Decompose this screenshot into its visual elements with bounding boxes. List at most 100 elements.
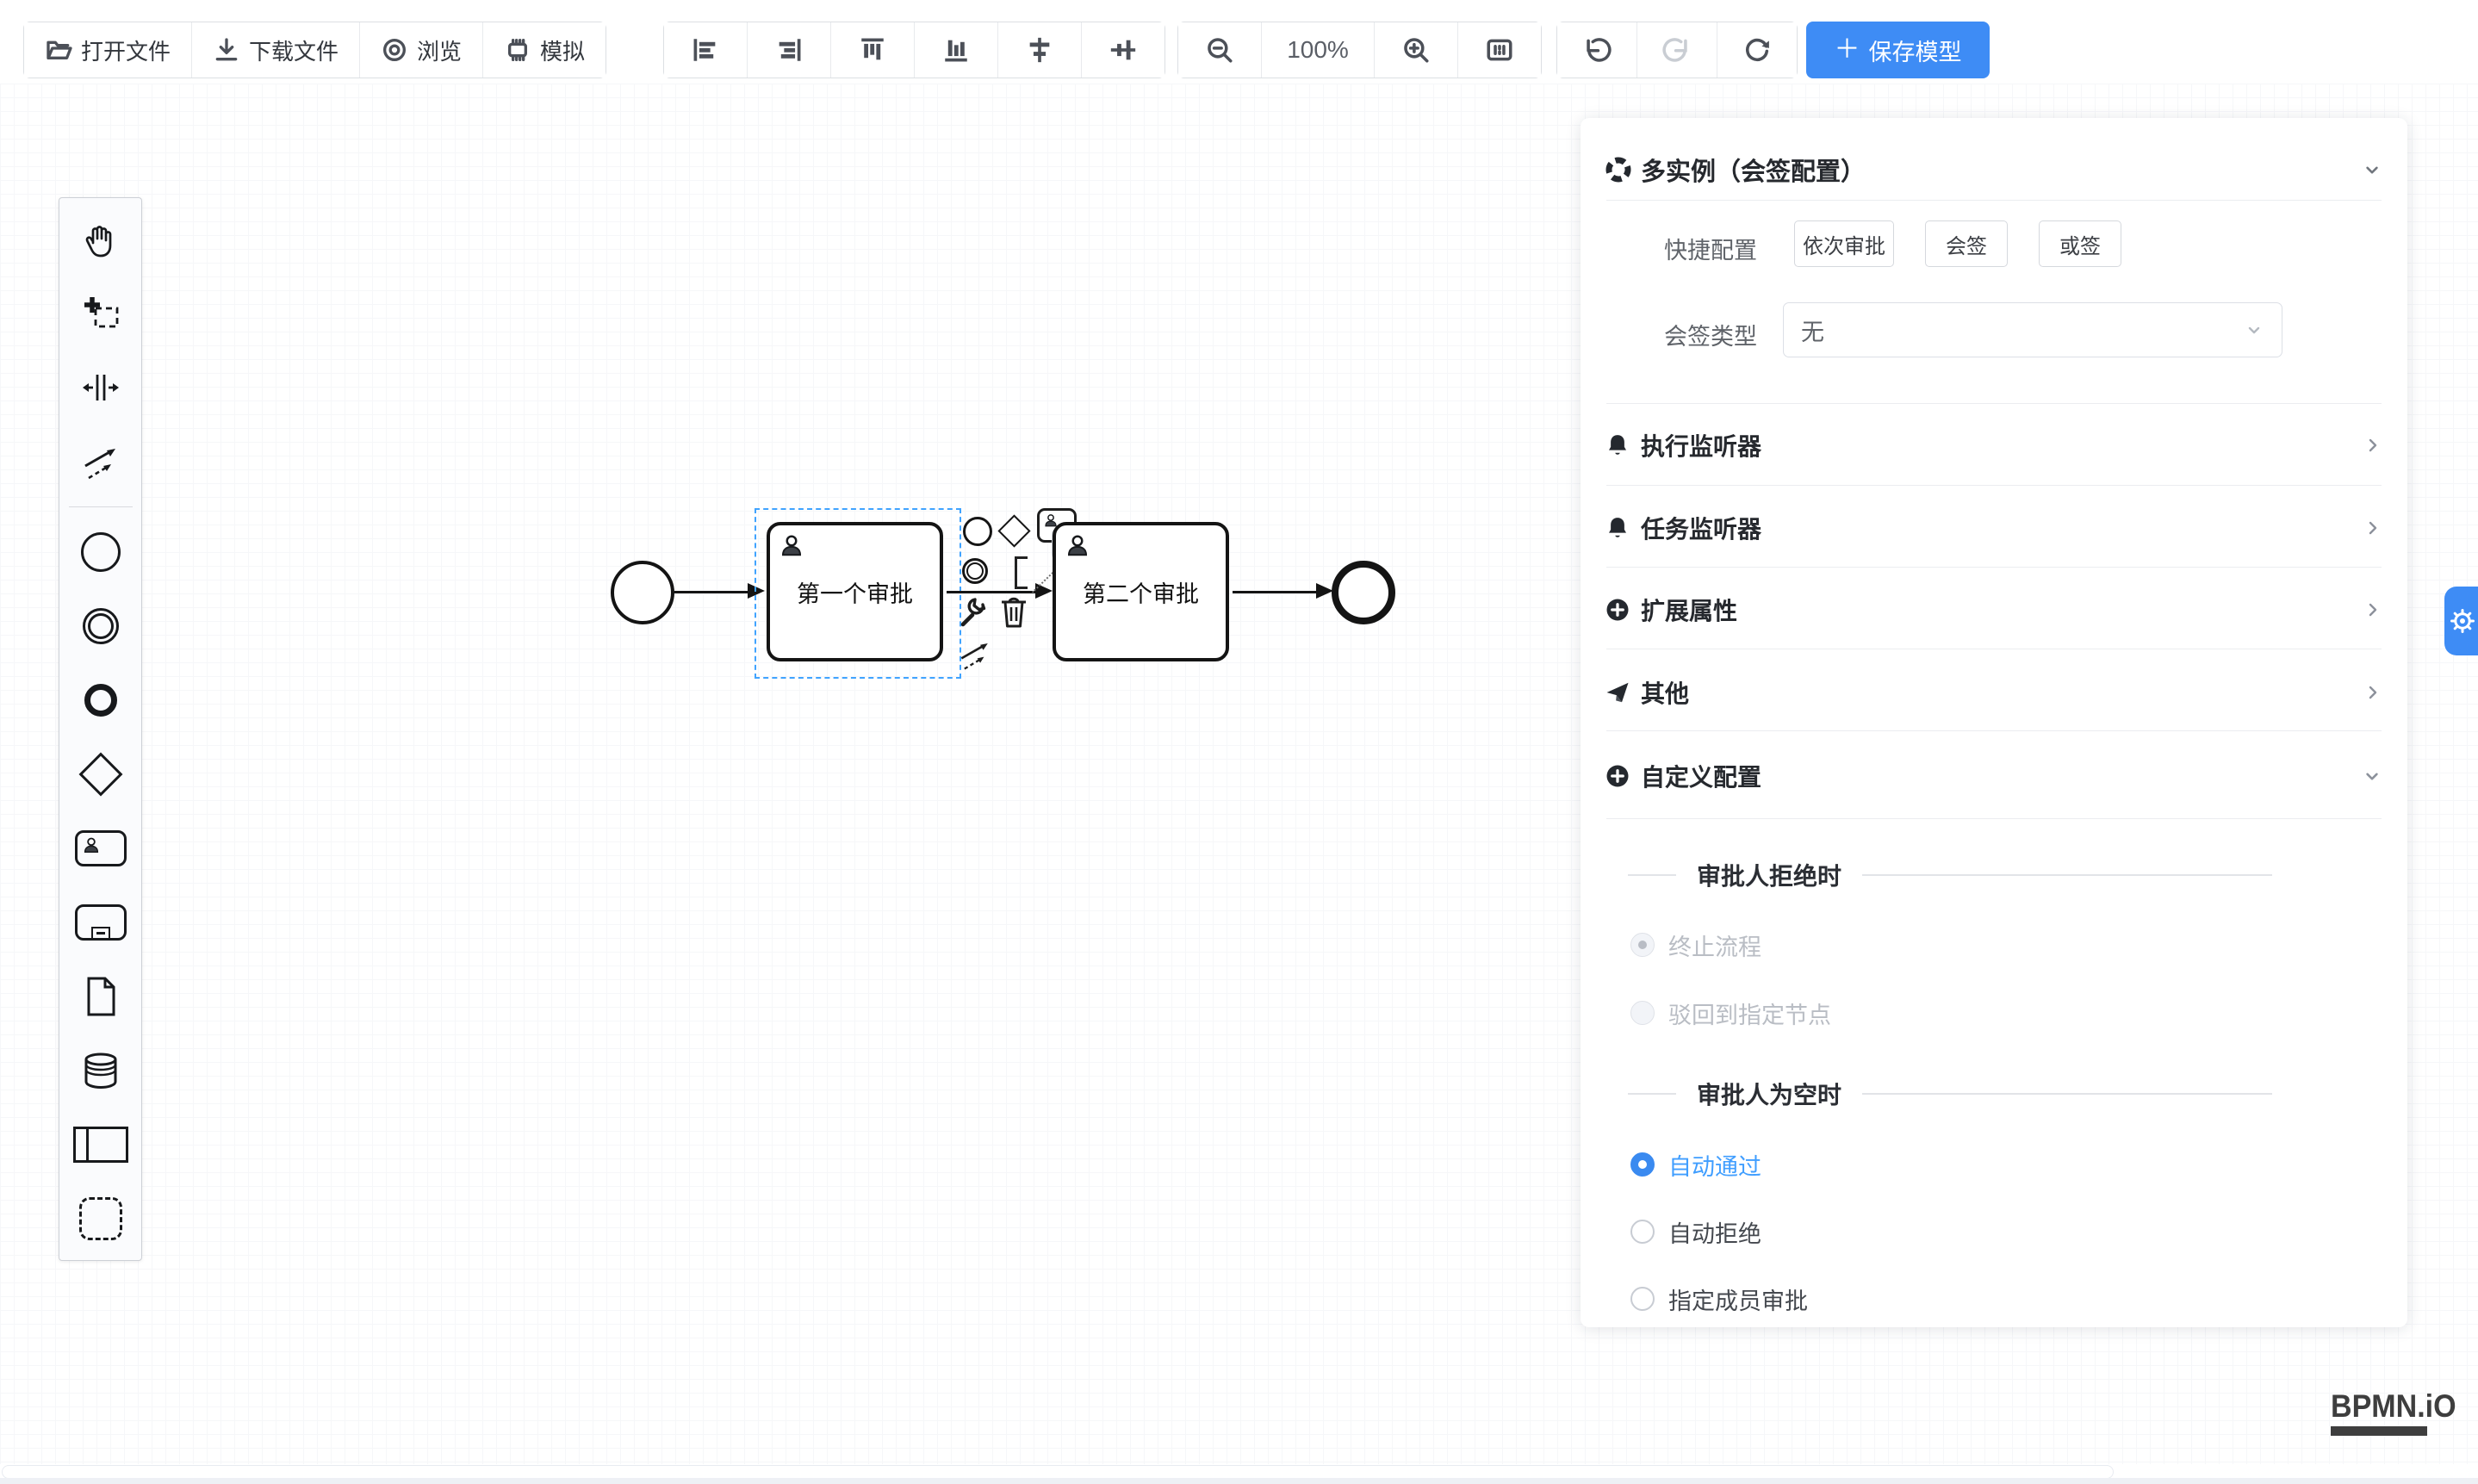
- settings-flyout-tab[interactable]: [2444, 587, 2478, 655]
- radio-auto-reject[interactable]: 自动拒绝: [1630, 1214, 1761, 1249]
- chevron-right-icon: [2363, 599, 2383, 620]
- section-label: 执行监听器: [1641, 428, 1761, 463]
- horizontal-scrollbar[interactable]: [0, 1464, 2478, 1484]
- divider: [1606, 567, 2382, 568]
- append-end-event-button[interactable]: [963, 517, 992, 546]
- bpmn-editor-page: 第一个审批: [0, 0, 2478, 1484]
- gateway-icon: [78, 753, 122, 797]
- hand-tool[interactable]: [72, 217, 129, 262]
- radio-circle: [1630, 1287, 1655, 1311]
- align-top-button[interactable]: [831, 22, 915, 78]
- global-connect-tool[interactable]: [72, 439, 129, 484]
- align-center-vertical-icon: [1109, 35, 1138, 65]
- download-file-button[interactable]: 下载文件: [192, 22, 360, 78]
- align-center-horizontal-button[interactable]: [998, 22, 1082, 78]
- history-button-group: [1556, 22, 1798, 78]
- radio-assign-member[interactable]: 指定成员审批: [1630, 1282, 1808, 1316]
- element-palette: [59, 197, 142, 1261]
- create-data-object[interactable]: [72, 974, 129, 1019]
- sequence-flow-2[interactable]: [947, 591, 1037, 593]
- user-task-icon: [75, 830, 127, 866]
- align-bottom-button[interactable]: [915, 22, 998, 78]
- create-user-task[interactable]: [72, 826, 129, 871]
- section-extended-properties[interactable]: 扩展属性: [1581, 575, 2407, 644]
- append-intermediate-event-button[interactable]: [962, 558, 988, 584]
- simulate-button[interactable]: 模拟: [483, 22, 606, 78]
- bell-icon: [1605, 515, 1630, 541]
- zoom-out-button[interactable]: [1178, 22, 1262, 78]
- panel-title: 多实例（会签配置）: [1641, 152, 1866, 188]
- connect-tool-button[interactable]: [958, 637, 992, 676]
- panel-header[interactable]: 多实例（会签配置）: [1605, 144, 2383, 196]
- create-end-event[interactable]: [72, 678, 129, 723]
- section-label: 其他: [1641, 675, 1689, 710]
- align-right-button[interactable]: [748, 22, 831, 78]
- lasso-tool[interactable]: [72, 291, 129, 336]
- radio-terminate-process[interactable]: 终止流程: [1630, 928, 1761, 962]
- task-node-2[interactable]: 第二个审批: [1053, 522, 1229, 661]
- undo-button[interactable]: [1557, 22, 1637, 78]
- fit-viewport-button[interactable]: [1458, 22, 1541, 78]
- browse-button[interactable]: 浏览: [360, 22, 483, 78]
- section-execution-listener[interactable]: 执行监听器: [1581, 411, 2407, 480]
- group-icon: [79, 1197, 122, 1240]
- align-left-button[interactable]: [664, 22, 748, 78]
- quick-config-row: 依次审批 会签 或签: [1794, 220, 2478, 267]
- sequence-flow-1[interactable]: [674, 591, 748, 593]
- align-center-horizontal-icon: [1025, 35, 1054, 65]
- create-gateway[interactable]: [72, 752, 129, 797]
- countersign-type-select[interactable]: 无: [1783, 302, 2282, 357]
- sequence-flow-3[interactable]: [1233, 591, 1316, 593]
- append-text-annotation-button[interactable]: [1015, 556, 1028, 589]
- bpmn-io-watermark[interactable]: BPMN.iO: [2331, 1388, 2467, 1436]
- create-intermediate-event[interactable]: [72, 604, 129, 649]
- space-tool[interactable]: [72, 365, 129, 410]
- user-icon: [1065, 532, 1090, 558]
- save-model-button[interactable]: ＋ 保存模型: [1806, 22, 1990, 78]
- radio-return-to-node[interactable]: 驳回到指定节点: [1630, 996, 1831, 1030]
- or-sign-button[interactable]: 或签: [2039, 220, 2121, 267]
- align-right-icon: [774, 35, 804, 65]
- section-other[interactable]: 其他: [1581, 658, 2407, 727]
- zoom-in-button[interactable]: [1375, 22, 1458, 78]
- countersign-button[interactable]: 会签: [1925, 220, 2008, 267]
- section-custom-config[interactable]: 自定义配置: [1581, 742, 2407, 810]
- lasso-icon: [81, 294, 121, 333]
- chevron-right-icon: [2363, 435, 2383, 456]
- create-data-store[interactable]: [72, 1048, 129, 1093]
- create-start-event[interactable]: [72, 530, 129, 574]
- delete-button[interactable]: [997, 594, 1030, 633]
- redo-button[interactable]: [1637, 22, 1717, 78]
- top-toolbar: 打开文件 下载文件 浏览 模拟: [0, 0, 2478, 84]
- scrollbar-track: [0, 1478, 2478, 1484]
- align-center-vertical-button[interactable]: [1082, 22, 1164, 78]
- open-file-button[interactable]: 打开文件: [24, 22, 192, 78]
- start-event-node[interactable]: [611, 561, 674, 624]
- sequential-approve-button[interactable]: 依次审批: [1794, 220, 1894, 267]
- pool-icon: [73, 1127, 128, 1163]
- file-button-group: 打开文件 下载文件 浏览 模拟: [23, 22, 606, 78]
- section-task-listener[interactable]: 任务监听器: [1581, 494, 2407, 562]
- append-gateway-button[interactable]: [997, 514, 1030, 547]
- change-type-button[interactable]: [956, 596, 987, 631]
- paper-plane-icon: [1605, 680, 1630, 705]
- radio-label: 自动通过: [1668, 1148, 1761, 1182]
- space-tool-icon: [81, 368, 121, 407]
- create-participant-pool[interactable]: [72, 1122, 129, 1167]
- radio-circle: [1630, 1220, 1655, 1244]
- redo-icon: [1662, 35, 1692, 65]
- scrollbar-thumb[interactable]: [2, 1465, 2114, 1479]
- radio-auto-pass[interactable]: 自动通过: [1630, 1147, 1761, 1182]
- align-button-group: [663, 22, 1165, 78]
- chevron-right-icon: [2363, 682, 2383, 703]
- plus-circle-icon: [1605, 597, 1630, 623]
- task-node-1[interactable]: 第一个审批: [767, 522, 943, 661]
- end-event-node[interactable]: [1332, 561, 1395, 624]
- reset-button[interactable]: [1717, 22, 1797, 78]
- open-file-label: 打开文件: [81, 34, 171, 66]
- plus-circle-icon: [1605, 763, 1630, 789]
- create-group[interactable]: [72, 1196, 129, 1241]
- intermediate-event-icon: [83, 608, 119, 644]
- radio-label: 终止流程: [1668, 928, 1761, 962]
- create-subprocess[interactable]: [72, 900, 129, 945]
